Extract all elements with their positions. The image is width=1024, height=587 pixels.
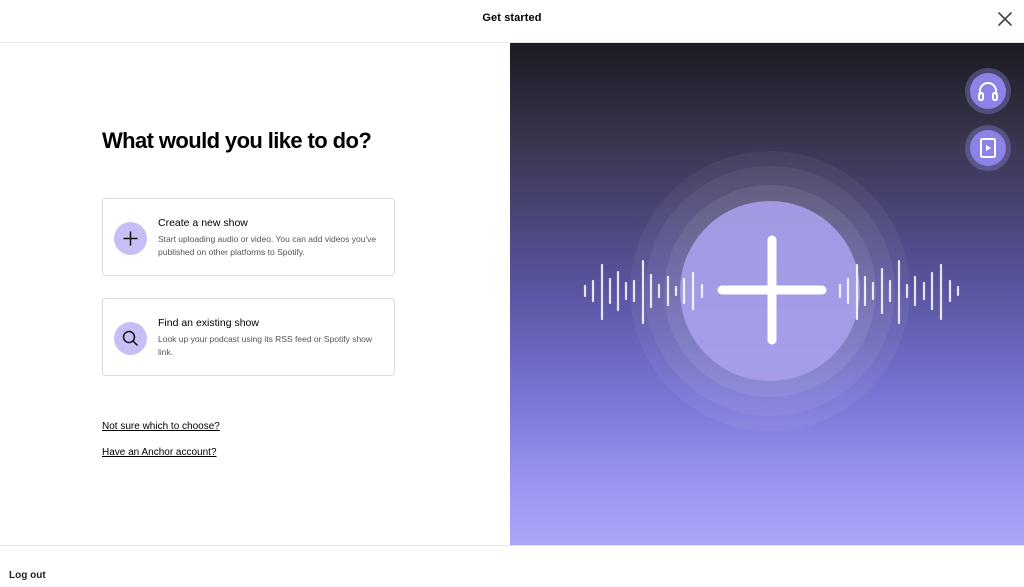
search-icon: [114, 322, 147, 355]
options-panel: What would you like to do? Create a new …: [0, 43, 510, 545]
footer: Log out: [0, 545, 1024, 587]
main-heading: What would you like to do?: [102, 128, 372, 153]
close-icon[interactable]: [994, 8, 1016, 30]
video-button[interactable]: [965, 125, 1011, 171]
find-existing-show-card[interactable]: Find an existing show Look up your podca…: [102, 298, 395, 376]
page-title: Get started: [482, 12, 542, 24]
card-description: Start uploading audio or video. You can …: [158, 234, 377, 257]
plus-icon: [114, 222, 147, 255]
top-bar: Get started: [0, 0, 1024, 43]
card-title: Find an existing show: [158, 317, 259, 329]
create-new-show-card[interactable]: Create a new show Start uploading audio …: [102, 198, 395, 276]
video-play-icon: [970, 130, 1006, 166]
illustration-panel: [510, 43, 1024, 545]
sound-wave-illustration: [583, 151, 960, 431]
headphones-icon: [970, 73, 1006, 109]
logout-link[interactable]: Log out: [9, 570, 46, 581]
card-title: Create a new show: [158, 217, 248, 229]
anchor-account-link[interactable]: Have an Anchor account?: [102, 447, 217, 458]
card-description: Look up your podcast using its RSS feed …: [158, 334, 373, 357]
headphones-button[interactable]: [965, 68, 1011, 114]
not-sure-link[interactable]: Not sure which to choose?: [102, 421, 220, 432]
